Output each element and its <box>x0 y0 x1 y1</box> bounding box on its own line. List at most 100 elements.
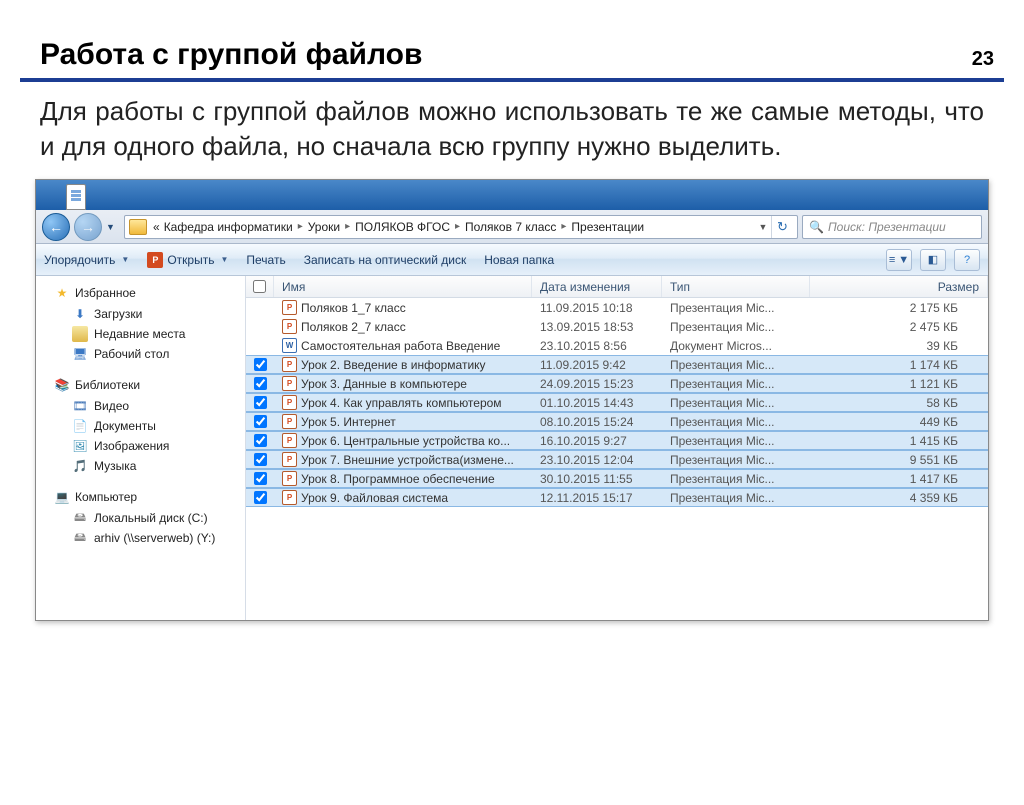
column-headers: Имя Дата изменения Тип Размер <box>246 276 988 298</box>
breadcrumb-item[interactable]: Уроки <box>306 220 342 234</box>
file-size: 2 175 КБ <box>810 301 988 315</box>
drive-icon: 🖴 <box>72 510 88 526</box>
column-name[interactable]: Имя <box>274 276 532 297</box>
sidebar-item-downloads[interactable]: ⬇Загрузки <box>36 304 245 324</box>
refresh-button[interactable]: ↻ <box>771 216 793 238</box>
file-type: Презентация Mic... <box>662 301 810 315</box>
breadcrumb-item[interactable]: ПОЛЯКОВ ФГОС <box>353 220 452 234</box>
column-size[interactable]: Размер <box>810 276 988 297</box>
row-checkbox[interactable] <box>254 396 267 409</box>
breadcrumb-bar[interactable]: « Кафедра информатики ▸ Уроки ▸ ПОЛЯКОВ … <box>124 215 798 239</box>
file-type: Презентация Mic... <box>662 491 810 505</box>
newfolder-button[interactable]: Новая папка <box>484 253 554 267</box>
chevron-right-icon[interactable]: ▸ <box>452 221 463 232</box>
preview-pane-button[interactable]: ◧ <box>920 249 946 271</box>
chevron-right-icon[interactable]: ▸ <box>342 221 353 232</box>
column-checkbox[interactable] <box>246 276 274 297</box>
newfolder-label: Новая папка <box>484 253 554 267</box>
sidebar-item-desktop[interactable]: 🖥Рабочий стол <box>36 344 245 364</box>
sidebar-item-recent[interactable]: Недавние места <box>36 324 245 344</box>
pane-icon: ◧ <box>928 253 938 266</box>
body-paragraph: Для работы с группой файлов можно исполь… <box>40 94 984 164</box>
file-type: Презентация Mic... <box>662 472 810 486</box>
file-date: 24.09.2015 15:23 <box>532 377 662 391</box>
chevron-right-icon[interactable]: ▸ <box>558 221 569 232</box>
sidebar-item-documents[interactable]: 📄Документы <box>36 416 245 436</box>
breadcrumb-item[interactable]: Кафедра информатики <box>162 220 295 234</box>
computer-header[interactable]: 💻 Компьютер <box>36 486 245 508</box>
file-row[interactable]: PУрок 9. Файловая система12.11.2015 15:1… <box>246 488 988 507</box>
file-row[interactable]: PУрок 5. Интернет08.10.2015 15:24Презент… <box>246 412 988 431</box>
file-row[interactable]: WСамостоятельная работа Введение23.10.20… <box>246 336 988 355</box>
back-button[interactable]: ← <box>42 213 70 241</box>
sidebar-item-label: Видео <box>94 399 129 413</box>
row-checkbox[interactable] <box>254 415 267 428</box>
list-icon: ≡ <box>889 254 895 266</box>
file-area: Имя Дата изменения Тип Размер PПоляков 1… <box>246 276 988 620</box>
breadcrumb-dropdown[interactable]: ▼ <box>755 222 771 232</box>
drive-icon: 🖴 <box>72 530 88 546</box>
sidebar-item-drive-c[interactable]: 🖴Локальный диск (C:) <box>36 508 245 528</box>
print-label: Печать <box>246 253 285 267</box>
sidebar-item-label: Недавние места <box>94 327 185 341</box>
video-icon: 🎞 <box>72 398 88 414</box>
burn-button[interactable]: Записать на оптический диск <box>304 253 467 267</box>
row-checkbox[interactable] <box>254 377 267 390</box>
file-row[interactable]: PУрок 6. Центральные устройства ко...16.… <box>246 431 988 450</box>
file-date: 30.10.2015 11:55 <box>532 472 662 486</box>
row-checkbox[interactable] <box>254 434 267 447</box>
row-checkbox[interactable] <box>254 358 267 371</box>
folder-icon <box>129 219 147 235</box>
breadcrumb-item[interactable]: Поляков 7 класс <box>463 220 558 234</box>
file-row[interactable]: PУрок 8. Программное обеспечение30.10.20… <box>246 469 988 488</box>
favorites-header[interactable]: ★ Избранное <box>36 282 245 304</box>
file-row[interactable]: PУрок 7. Внешние устройства(измене...23.… <box>246 450 988 469</box>
powerpoint-icon: P <box>282 376 297 391</box>
search-icon: 🔍 <box>809 220 824 234</box>
file-size: 1 417 КБ <box>810 472 988 486</box>
sidebar-item-pictures[interactable]: 🖼Изображения <box>36 436 245 456</box>
row-checkbox[interactable] <box>254 453 267 466</box>
titlebar[interactable] <box>36 180 988 210</box>
file-row[interactable]: PУрок 3. Данные в компьютере24.09.2015 1… <box>246 374 988 393</box>
file-name: Урок 6. Центральные устройства ко... <box>301 434 510 448</box>
open-button[interactable]: P Открыть ▼ <box>147 252 228 268</box>
breadcrumb-item[interactable]: Презентации <box>569 220 646 234</box>
view-options-button[interactable]: ≡▼ <box>886 249 912 271</box>
file-type: Презентация Mic... <box>662 396 810 410</box>
powerpoint-icon: P <box>147 252 163 268</box>
file-size: 39 КБ <box>810 339 988 353</box>
forward-button[interactable]: → <box>74 213 102 241</box>
file-row[interactable]: PУрок 4. Как управлять компьютером01.10.… <box>246 393 988 412</box>
file-row[interactable]: PПоляков 1_7 класс11.09.2015 10:18Презен… <box>246 298 988 317</box>
row-checkbox[interactable] <box>254 472 267 485</box>
sidebar-item-music[interactable]: 🎵Музыка <box>36 456 245 476</box>
column-date[interactable]: Дата изменения <box>532 276 662 297</box>
file-name: Урок 2. Введение в информатику <box>301 358 486 372</box>
organize-button[interactable]: Упорядочить ▼ <box>44 253 129 267</box>
file-size: 58 КБ <box>810 396 988 410</box>
sidebar-item-drive-y[interactable]: 🖴arhiv (\\serverweb) (Y:) <box>36 528 245 548</box>
column-type[interactable]: Тип <box>662 276 810 297</box>
file-type: Презентация Mic... <box>662 415 810 429</box>
word-icon: W <box>282 338 297 353</box>
row-checkbox[interactable] <box>254 491 267 504</box>
file-type: Презентация Mic... <box>662 377 810 391</box>
search-input[interactable]: 🔍 Поиск: Презентации <box>802 215 982 239</box>
file-size: 1 174 КБ <box>810 358 988 372</box>
nav-history-dropdown[interactable]: ▼ <box>106 222 120 232</box>
sidebar-item-video[interactable]: 🎞 Видео <box>36 396 245 416</box>
selectall-checkbox[interactable] <box>253 280 266 293</box>
chevron-right-icon[interactable]: ▸ <box>295 221 306 232</box>
powerpoint-icon: P <box>282 300 297 315</box>
file-row[interactable]: PПоляков 2_7 класс13.09.2015 18:53Презен… <box>246 317 988 336</box>
computer-group: 💻 Компьютер 🖴Локальный диск (C:) 🖴arhiv … <box>36 486 245 548</box>
print-button[interactable]: Печать <box>246 253 285 267</box>
file-row[interactable]: PУрок 2. Введение в информатику11.09.201… <box>246 355 988 374</box>
toolbar: Упорядочить ▼ P Открыть ▼ Печать Записат… <box>36 244 988 276</box>
help-button[interactable]: ? <box>954 249 980 271</box>
powerpoint-icon: P <box>282 471 297 486</box>
powerpoint-icon: P <box>282 452 297 467</box>
file-type: Презентация Mic... <box>662 434 810 448</box>
libraries-header[interactable]: 📚 Библиотеки <box>36 374 245 396</box>
